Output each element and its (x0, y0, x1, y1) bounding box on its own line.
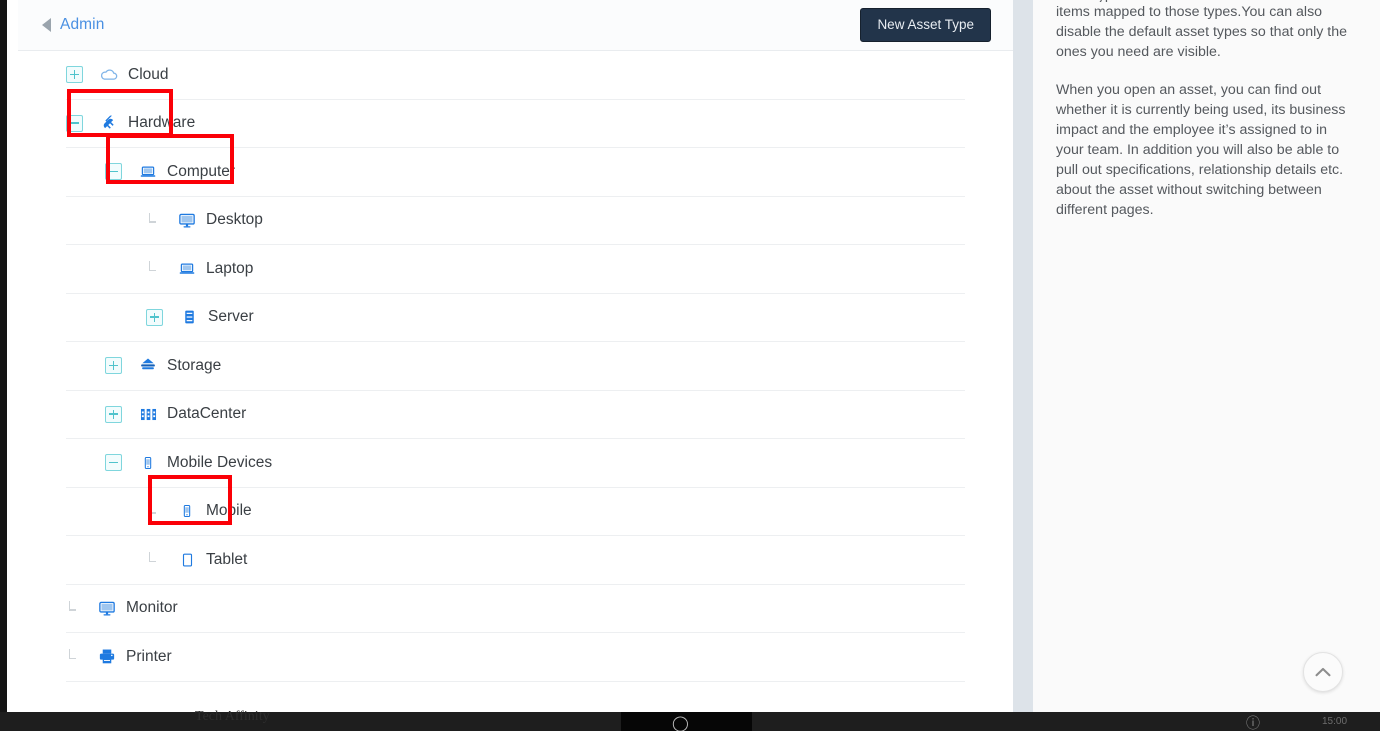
tree-row-label: DataCenter (167, 405, 247, 423)
panel-header: Admin New Asset Type (18, 0, 1013, 51)
tree-row[interactable]: Storage (66, 342, 965, 391)
tree-expand-toggle[interactable] (105, 405, 122, 423)
tree-row-label: Monitor (126, 599, 178, 617)
tree-expand-toggle[interactable] (66, 66, 83, 84)
tree-row[interactable]: Computer (66, 148, 965, 197)
asset-type-tree: Cloud Hardware Computer Desktop Laptop Server… (18, 51, 1013, 682)
tree-row[interactable]: Mobile (66, 488, 965, 536)
scroll-to-top-button[interactable] (1303, 652, 1343, 692)
tree-row[interactable]: Hardware (66, 100, 965, 148)
tree-leaf-connector (146, 552, 161, 567)
printer-icon (96, 647, 118, 667)
tree-row-label: Mobile (206, 502, 252, 520)
tree-row-label: Cloud (128, 65, 169, 83)
tree-expand-toggle[interactable] (146, 308, 163, 326)
help-paragraph-1: items mapped to those types.You can also… (1056, 4, 1348, 60)
datacenter-icon (137, 404, 159, 424)
tree-row[interactable]: Desktop (66, 197, 965, 245)
breadcrumb-link-admin[interactable]: Admin (60, 16, 104, 34)
laptop-icon (137, 162, 159, 182)
cloud-icon (98, 65, 120, 85)
tree-row-partial (66, 682, 965, 702)
tree-row-label: Computer (167, 162, 236, 180)
help-paragraph-2: When you open an asset, you can find out… (1056, 82, 1346, 218)
new-asset-type-button[interactable]: New Asset Type (860, 8, 991, 42)
mobile-icon (176, 501, 198, 521)
tree-expand-toggle[interactable] (105, 357, 122, 375)
tree-row[interactable]: Mobile Devices (66, 439, 965, 488)
window-left-edge (0, 0, 7, 712)
tree-leaf-connector (66, 600, 81, 616)
breadcrumb[interactable]: Admin (42, 14, 104, 36)
help-panel: asset types and the items mapped to thos… (1033, 0, 1380, 712)
back-caret-icon[interactable] (42, 18, 51, 32)
asset-type-panel: Admin New Asset Type Cloud Hardware Comput… (18, 0, 1013, 712)
tree-row-label: Server (208, 308, 254, 326)
app-window: Admin New Asset Type Cloud Hardware Comput… (0, 0, 1380, 731)
tablet-icon (176, 550, 198, 570)
tree-row[interactable]: Printer (66, 633, 965, 682)
panel-divider (1013, 0, 1033, 712)
tree-row-label: Tablet (206, 550, 248, 568)
tree-row[interactable]: Monitor (66, 585, 965, 633)
tree-collapse-toggle[interactable] (105, 163, 122, 181)
taskbar-center-symbol[interactable]: ◯ (672, 714, 689, 731)
tree-row[interactable]: Laptop (66, 245, 965, 294)
desktop-icon (176, 210, 198, 230)
tree-collapse-toggle[interactable] (66, 114, 83, 132)
taskbar: Tech Affinity ◯ ⓘ 15:00 (0, 709, 1380, 731)
tree-row[interactable]: Tablet (66, 536, 965, 585)
chevron-up-icon (1315, 667, 1331, 677)
mobile-icon (137, 453, 159, 473)
laptop-icon (176, 259, 198, 279)
tree-row[interactable]: Cloud (66, 51, 965, 100)
tree-row-label: Storage (167, 356, 222, 374)
tree-row[interactable]: DataCenter (66, 391, 965, 439)
desktop-icon (96, 598, 118, 618)
server-icon (178, 307, 200, 327)
tree-leaf-connector (66, 649, 81, 664)
tree-row-label: Printer (126, 647, 172, 665)
storage-icon (137, 356, 159, 376)
taskbar-clock: 15:00 (1322, 716, 1348, 727)
tree-row[interactable]: Server (66, 294, 965, 342)
tree-row-label: Desktop (206, 211, 263, 229)
watermark-text: Tech Affinity (195, 709, 270, 724)
tree-leaf-connector (146, 503, 161, 519)
tree-row-label: Hardware (128, 114, 196, 132)
tree-leaf-connector (146, 261, 161, 276)
tree-row-label: Laptop (206, 259, 254, 277)
tree-leaf-connector (146, 212, 161, 228)
taskbar-info-icon[interactable]: ⓘ (1246, 713, 1260, 731)
tree-collapse-toggle[interactable] (105, 454, 122, 472)
tree-row-label: Mobile Devices (167, 453, 273, 471)
help-text-body: items mapped to those types.You can also… (1056, 2, 1356, 238)
plug-icon (98, 113, 120, 133)
